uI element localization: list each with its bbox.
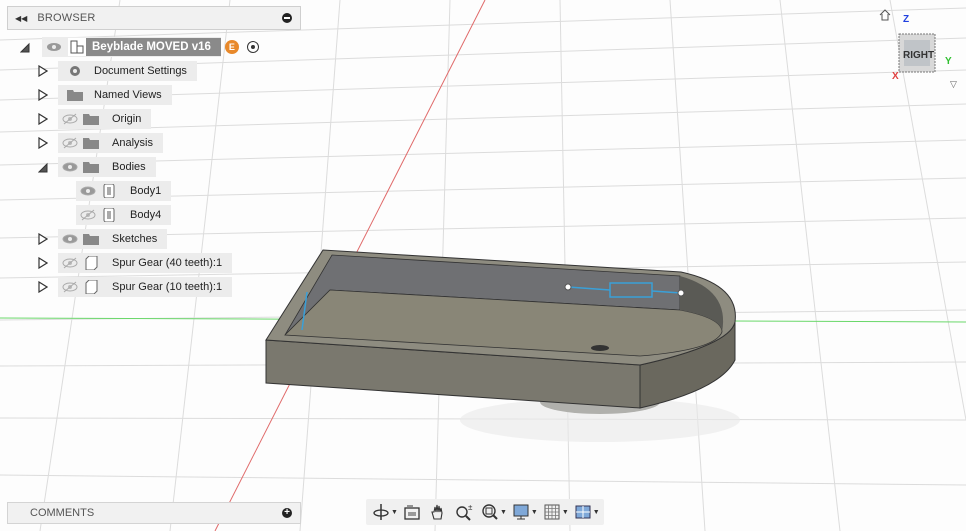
- browser-node-spur-gear-10-teeth-1[interactable]: Spur Gear (10 teeth):1: [38, 277, 233, 297]
- eye-icon[interactable]: [62, 161, 78, 173]
- look-at-icon: [404, 505, 420, 520]
- node-label: Document Settings: [94, 65, 187, 77]
- add-comment-icon[interactable]: +: [282, 508, 292, 518]
- viewcube-menu-icon[interactable]: ▽: [950, 79, 957, 90]
- collapsed-triangle-icon[interactable]: [38, 137, 48, 149]
- orbit-button[interactable]: ▼: [372, 501, 401, 523]
- node-label: Bodies: [112, 161, 146, 173]
- eye-hidden-icon[interactable]: [80, 209, 96, 221]
- comments-title: COMMENTS: [30, 507, 95, 519]
- browser-node-sketches[interactable]: Sketches: [38, 229, 168, 249]
- expanded-triangle-icon[interactable]: [38, 161, 48, 173]
- collapsed-triangle-icon[interactable]: [38, 113, 48, 125]
- body-icon: [103, 208, 115, 222]
- browser-node-spur-gear-40-teeth-1[interactable]: Spur Gear (40 teeth):1: [38, 253, 233, 273]
- node-label: Sketches: [112, 233, 158, 245]
- collapsed-triangle-icon[interactable]: [38, 89, 48, 101]
- minimize-icon[interactable]: [282, 13, 292, 23]
- grid-settings-button[interactable]: ▼: [543, 501, 572, 523]
- viewports-button[interactable]: ▼: [574, 501, 603, 523]
- edit-badge[interactable]: E: [224, 40, 239, 54]
- browser-panel-header: ◀◀ BROWSER: [7, 6, 301, 30]
- browser-node-body1[interactable]: Body1: [76, 181, 172, 201]
- grid-icon: [544, 504, 560, 520]
- eye-icon[interactable]: [80, 185, 96, 197]
- collapsed-triangle-icon[interactable]: [38, 233, 48, 245]
- node-label: Named Views: [94, 89, 162, 101]
- orbit-icon: [373, 504, 389, 520]
- x-axis-label: X: [892, 71, 899, 82]
- node-chip[interactable]: Spur Gear (40 teeth):1: [58, 253, 233, 273]
- browser-node-named-views[interactable]: Named Views: [38, 85, 172, 105]
- component-icon: [85, 280, 98, 294]
- node-chip[interactable]: Bodies: [58, 157, 156, 177]
- browser-node-origin[interactable]: Origin: [38, 109, 152, 129]
- expanded-triangle-icon[interactable]: [20, 41, 30, 53]
- node-chip[interactable]: Origin: [58, 109, 152, 129]
- zoom-window-icon: [482, 504, 498, 520]
- collapsed-triangle-icon[interactable]: [38, 281, 48, 293]
- browser-title: BROWSER: [37, 12, 96, 24]
- eye-icon[interactable]: [62, 233, 78, 245]
- browser-root-row[interactable]: Beyblade MOVED v16 E: [20, 37, 259, 57]
- component-icon: [68, 38, 86, 56]
- collapsed-triangle-icon[interactable]: [38, 257, 48, 269]
- eye-hidden-icon[interactable]: [62, 281, 78, 293]
- display-settings-button[interactable]: ▼: [512, 501, 541, 523]
- zoom-icon: ±: [456, 503, 473, 521]
- node-chip[interactable]: Body1: [76, 181, 172, 201]
- node-label: Body4: [130, 209, 162, 221]
- eye-hidden-icon[interactable]: [62, 113, 78, 125]
- viewcube-face-right[interactable]: RIGHT: [903, 50, 934, 61]
- node-chip[interactable]: Body4: [76, 205, 172, 225]
- z-axis-label: Z: [903, 14, 910, 25]
- pan-hand-icon: [431, 504, 443, 520]
- browser-node-document-settings[interactable]: Document Settings: [38, 61, 197, 81]
- node-chip[interactable]: Analysis: [58, 133, 163, 153]
- folder-icon: [83, 162, 99, 173]
- body-icon: [103, 184, 115, 198]
- folder-icon: [83, 138, 99, 149]
- svg-text:±: ±: [468, 503, 473, 512]
- viewcube[interactable]: RIGHT: [895, 30, 941, 76]
- navigation-toolbar: ▼ ± ▼ ▼ ▼ ▼: [366, 499, 604, 525]
- look-at-button[interactable]: [403, 501, 421, 523]
- root-component-name[interactable]: Beyblade MOVED v16: [86, 38, 221, 56]
- browser-node-body4[interactable]: Body4: [76, 205, 172, 225]
- viewports-icon: [575, 505, 591, 519]
- pan-button[interactable]: [429, 501, 447, 523]
- y-axis-label: Y: [945, 56, 952, 67]
- node-label: Spur Gear (40 teeth):1: [112, 257, 223, 269]
- node-chip[interactable]: Sketches: [58, 229, 168, 249]
- node-chip[interactable]: Named Views: [58, 85, 172, 105]
- node-label: Body1: [130, 185, 162, 197]
- collapse-panel-icon[interactable]: ◀◀: [15, 14, 27, 23]
- node-chip[interactable]: Spur Gear (10 teeth):1: [58, 277, 233, 297]
- folder-icon: [67, 90, 83, 101]
- eye-hidden-icon[interactable]: [62, 137, 78, 149]
- fit-button[interactable]: ▼: [481, 501, 510, 523]
- tray-body[interactable]: [265, 249, 740, 442]
- comments-panel: COMMENTS +: [7, 502, 301, 524]
- node-label: Analysis: [112, 137, 153, 149]
- collapsed-triangle-icon[interactable]: [38, 65, 48, 77]
- node-chip[interactable]: Document Settings: [58, 61, 197, 81]
- eye-icon[interactable]: [46, 41, 62, 53]
- node-label: Origin: [112, 113, 142, 125]
- monitor-icon: [513, 504, 529, 520]
- home-view-icon[interactable]: [879, 9, 891, 21]
- folder-icon: [83, 114, 99, 125]
- activate-radio[interactable]: [246, 41, 259, 53]
- component-icon: [85, 256, 98, 270]
- zoom-button[interactable]: ±: [455, 501, 475, 523]
- browser-node-bodies[interactable]: Bodies: [38, 157, 156, 177]
- browser-node-analysis[interactable]: Analysis: [38, 133, 163, 153]
- eye-hidden-icon[interactable]: [62, 257, 78, 269]
- gear-icon: [70, 66, 80, 76]
- folder-icon: [83, 234, 99, 245]
- node-label: Spur Gear (10 teeth):1: [112, 281, 223, 293]
